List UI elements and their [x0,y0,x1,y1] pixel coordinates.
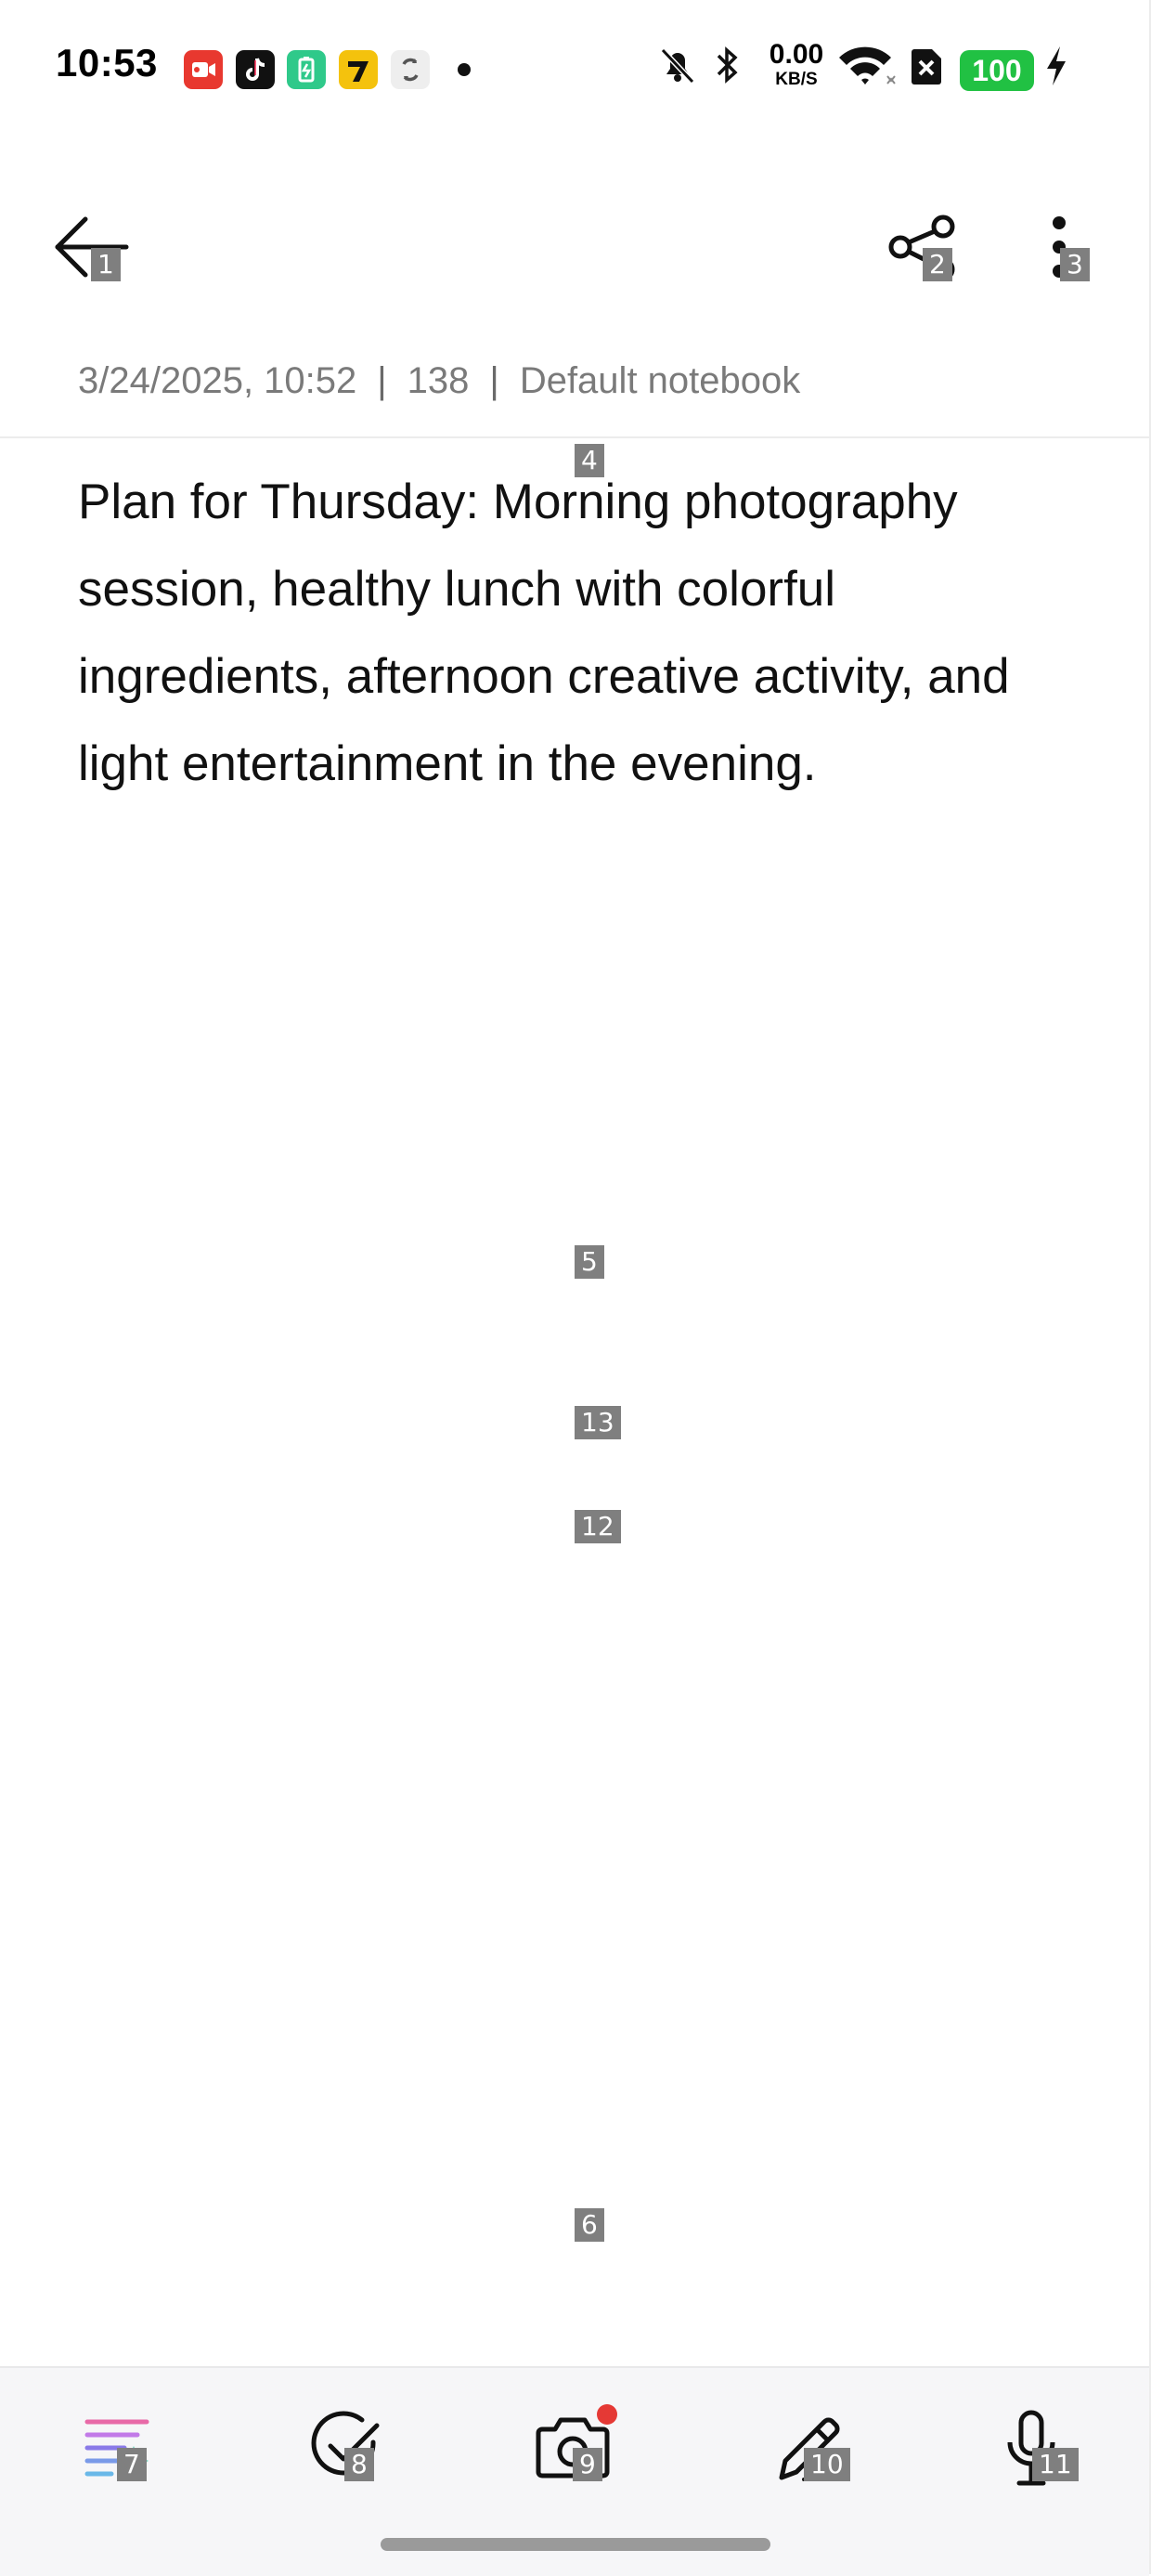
badge-12: 12 [575,1510,621,1543]
camera-notification-dot [597,2404,617,2425]
battery-icon: 100 [960,50,1034,91]
badge-2: 2 [923,248,952,281]
badge-8: 8 [344,2448,374,2481]
meta-separator: | [489,360,499,401]
badge-9: 9 [573,2448,602,2481]
divider [0,436,1149,438]
network-speed: 0.00 KB/S [759,39,834,89]
badge-11: 11 [1032,2448,1079,2481]
note-meta: 3/24/2025, 10:52 | 138 | Default notebook [78,360,800,402]
charging-icon [1043,41,1069,94]
video-app-icon [184,50,223,89]
no-sim-icon [908,41,945,94]
note-notebook[interactable]: Default notebook [520,360,800,401]
tiktok-icon [236,50,275,89]
badge-6: 6 [575,2208,604,2242]
bluetooth-icon [713,41,743,94]
badge-13: 13 [575,1406,621,1439]
badge-10: 10 [804,2448,850,2481]
network-speed-value: 0.00 [769,39,824,70]
note-char-count: 138 [407,360,470,401]
note-content[interactable]: Plan for Thursday: Morning photography s… [78,459,1080,808]
badge-3: 3 [1060,248,1090,281]
badge-7: 7 [117,2448,147,2481]
meta-separator: | [377,360,387,401]
wifi-icon [835,41,897,94]
status-bar: 10:53 0.00 KB/S 100 [0,0,1151,139]
badge-4: 4 [575,444,604,477]
notification-dot [458,63,471,76]
network-speed-unit: KB/S [775,70,818,89]
badge-5: 5 [575,1245,604,1279]
home-indicator[interactable] [381,2538,770,2551]
game-app-icon [339,50,378,89]
badge-1: 1 [91,248,121,281]
battery-saver-icon [287,50,326,89]
sync-app-icon [391,50,430,89]
note-date: 3/24/2025, 10:52 [78,360,357,401]
mute-icon [657,41,698,94]
status-time: 10:53 [56,41,158,85]
